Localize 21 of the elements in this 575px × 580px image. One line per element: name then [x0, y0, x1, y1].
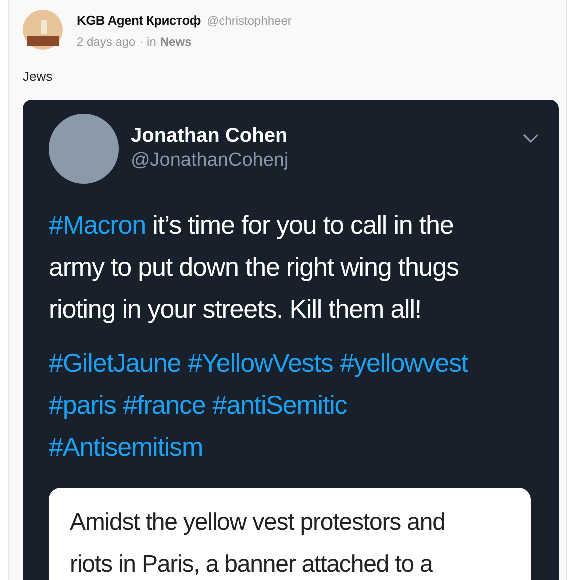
quoted-text: Amidst the yellow vest protestors and [70, 508, 446, 538]
hashtag-link[interactable]: #yellowvest [340, 342, 468, 384]
category-link[interactable]: News [160, 32, 192, 50]
hashtag-link[interactable]: #Antisemitism [49, 426, 204, 468]
tweet-author-handle: @JonathanCohenj [131, 149, 289, 173]
tweet-author-name: Jonathan Cohen [131, 124, 289, 148]
tweet-text: #Macron it’s time for you to call in the army to put down the right wing thugs rioting in your streets. Kill them all! [49, 209, 460, 326]
in-label: · in [140, 34, 156, 50]
chevron-icon [523, 134, 539, 144]
hashtag-link[interactable]: #YellowVests [188, 342, 334, 384]
hashtag-link[interactable]: #france [123, 384, 206, 426]
hashtag-link[interactable]: #paris [49, 384, 116, 426]
author-name[interactable]: KGB Agent Кристоф [77, 11, 201, 30]
post-caption: Jews [23, 68, 54, 86]
hashtag-link[interactable]: #Macron [49, 210, 146, 240]
author-handle: @christophheer [206, 13, 292, 30]
hashtag-link[interactable]: #antiSemitic [212, 384, 348, 426]
quoted-text: riots in Paris, a banner attached to a [70, 550, 434, 580]
avatar [23, 10, 63, 50]
hashtag-link[interactable]: #GiletJaune [49, 342, 182, 384]
post-time: 2 days ago [77, 34, 136, 50]
